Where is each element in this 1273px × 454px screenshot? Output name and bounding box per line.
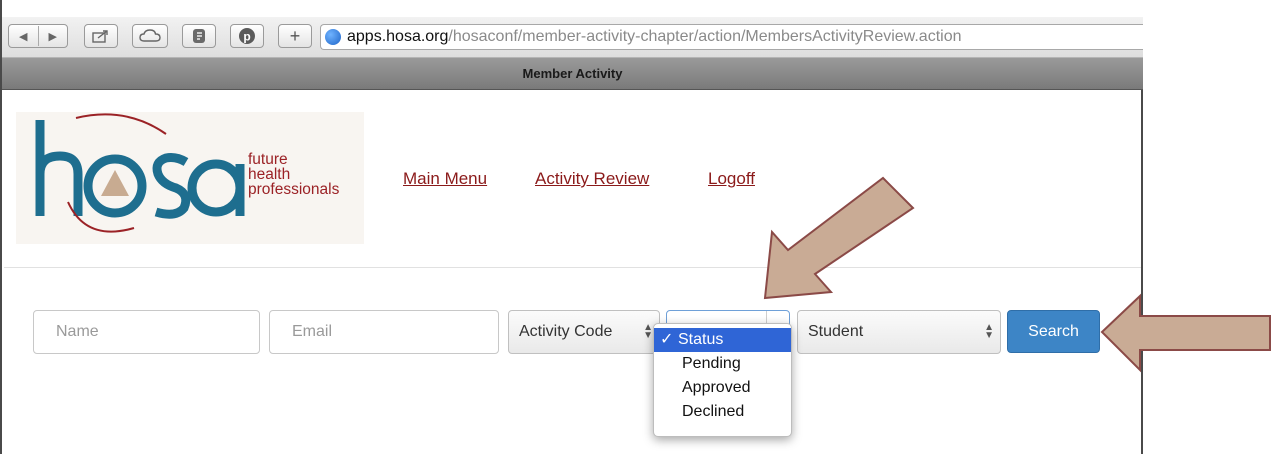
updown-arrows-icon: ▲ ▼: [643, 322, 653, 341]
forward-icon[interactable]: ▶: [39, 30, 68, 43]
url-host: apps.hosa.org: [347, 28, 449, 45]
svg-text:p: p: [243, 30, 250, 44]
new-tab-icon[interactable]: +: [278, 24, 312, 48]
logo-tagline: future health professionals: [248, 151, 340, 198]
name-input[interactable]: Name: [33, 310, 260, 354]
window-title: Member Activity: [2, 58, 1143, 90]
annotation-arrow-diagonal: [763, 176, 915, 300]
browser-toolbar: ◀ ▶ p + apps.hosa.org/hosaconf/member-ac…: [2, 17, 1143, 58]
url-path: /hosaconf/member-activity-chapter/action…: [448, 28, 962, 45]
search-button[interactable]: Search: [1007, 310, 1100, 353]
email-input[interactable]: Email: [269, 310, 499, 354]
header-divider: [4, 267, 1141, 268]
share-icon[interactable]: [84, 24, 118, 48]
window-top-strip: [2, 0, 1143, 17]
activity-code-value: Activity Code: [519, 323, 613, 340]
back-forward-buttons[interactable]: ◀ ▶: [8, 24, 68, 48]
activity-review-link[interactable]: Activity Review: [535, 169, 649, 189]
main-menu-link[interactable]: Main Menu: [403, 169, 487, 189]
type-value: Student: [808, 323, 864, 340]
status-option-selected[interactable]: ✓ Status: [654, 328, 791, 352]
updown-arrows-icon: ▲ ▼: [984, 322, 994, 341]
status-option-approved[interactable]: Approved: [654, 376, 791, 400]
browser-window: ◀ ▶ p + apps.hosa.org/hosaconf/member-ac…: [0, 0, 1143, 454]
back-icon[interactable]: ◀: [9, 30, 38, 43]
status-option-pending[interactable]: Pending: [654, 352, 791, 376]
checkmark-icon: ✓: [660, 331, 674, 348]
globe-icon: [325, 29, 341, 45]
address-bar[interactable]: apps.hosa.org/hosaconf/member-activity-c…: [320, 24, 1143, 50]
activity-code-select[interactable]: Activity Code ▲ ▼: [508, 310, 660, 354]
status-option-declined[interactable]: Declined: [654, 400, 791, 424]
evernote-icon[interactable]: [182, 24, 216, 48]
pinterest-icon[interactable]: p: [230, 24, 264, 48]
icloud-icon[interactable]: [132, 24, 168, 48]
hosa-logo: future health professionals: [16, 112, 364, 244]
annotation-arrow-left: [1100, 293, 1271, 373]
status-dropdown-menu: ✓ Status Pending Approved Declined: [653, 323, 792, 437]
